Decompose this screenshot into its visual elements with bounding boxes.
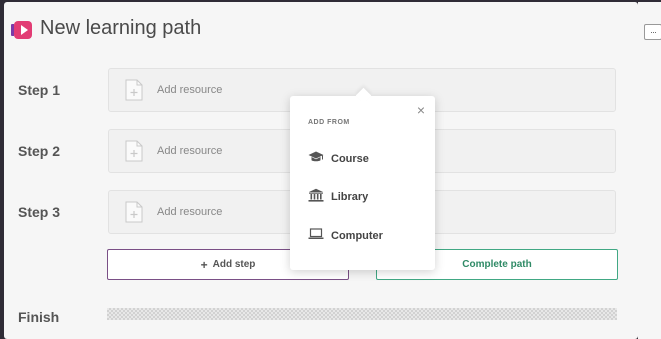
side-strip — [638, 2, 661, 339]
library-icon — [308, 188, 331, 205]
add-from-computer[interactable]: Computer — [308, 227, 383, 244]
plus-icon: + — [200, 257, 208, 272]
complete-path-label: Complete path — [462, 259, 532, 270]
add-document-icon — [125, 79, 143, 101]
learning-path-icon — [11, 21, 32, 39]
add-document-icon — [125, 140, 143, 162]
computer-label: Computer — [331, 229, 383, 242]
popover-heading: ADD FROM — [308, 119, 350, 126]
graduation-cap-icon — [308, 150, 331, 167]
add-document-icon — [125, 201, 143, 223]
close-icon[interactable]: × — [417, 103, 425, 117]
step-3-label: Step 3 — [18, 204, 61, 220]
add-from-library[interactable]: Library — [308, 188, 368, 205]
add-resource-label: Add resource — [157, 206, 223, 218]
step-2-label: Step 2 — [18, 143, 61, 159]
finish-placeholder-bar — [107, 308, 617, 320]
add-resource-label: Add resource — [157, 145, 223, 157]
finish-label: Finish — [18, 309, 60, 325]
step-1-label: Step 1 — [18, 82, 61, 98]
add-step-label: Add step — [212, 259, 256, 270]
add-from-popover: × ADD FROM Course Library Computer — [290, 96, 435, 270]
course-label: Course — [331, 152, 369, 165]
library-label: Library — [331, 190, 369, 203]
add-resource-label: Add resource — [157, 84, 223, 96]
laptop-icon — [308, 227, 331, 244]
add-from-course[interactable]: Course — [308, 150, 369, 167]
page-title[interactable]: New learning path — [40, 17, 201, 40]
more-options-icon: ··· — [650, 26, 657, 37]
more-options-button[interactable]: ··· — [644, 24, 661, 40]
